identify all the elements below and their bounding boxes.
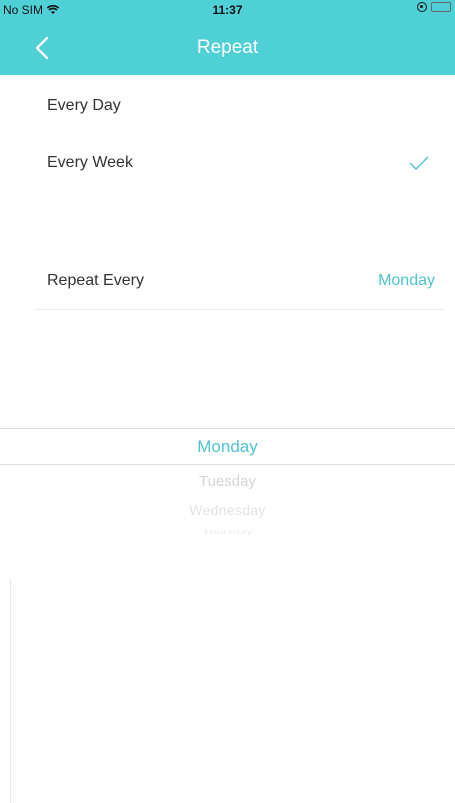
checkmark-icon xyxy=(409,156,429,170)
status-bar: No SIM 11:37 xyxy=(0,0,455,20)
picker-item-selected[interactable]: Monday xyxy=(0,437,455,457)
picker-item[interactable]: Thursday xyxy=(0,528,455,536)
left-edge-line xyxy=(10,578,11,803)
lock-rotation-icon xyxy=(417,2,427,12)
option-label: Every Week xyxy=(47,154,133,171)
picker-item[interactable]: Wednesday xyxy=(0,502,455,518)
status-time: 11:37 xyxy=(212,3,243,17)
option-every-day[interactable]: Every Day xyxy=(0,77,455,135)
repeat-every-row[interactable]: Repeat Every Monday xyxy=(0,252,455,310)
battery-icon xyxy=(431,2,451,12)
repeat-every-value: Monday xyxy=(378,272,435,289)
status-right-group xyxy=(417,2,451,12)
repeat-every-label: Repeat Every xyxy=(47,272,144,289)
page-title: Repeat xyxy=(196,37,259,58)
picker-divider-bottom xyxy=(0,464,455,465)
option-label: Every Day xyxy=(47,97,121,114)
nav-bar: Repeat xyxy=(0,20,455,75)
picker-divider-top xyxy=(0,428,455,429)
picker-item[interactable]: Tuesday xyxy=(0,473,455,490)
row-divider xyxy=(34,309,445,310)
day-picker[interactable]: Monday Tuesday Wednesday Thursday xyxy=(0,428,455,558)
option-every-week[interactable]: Every Week xyxy=(0,134,455,192)
